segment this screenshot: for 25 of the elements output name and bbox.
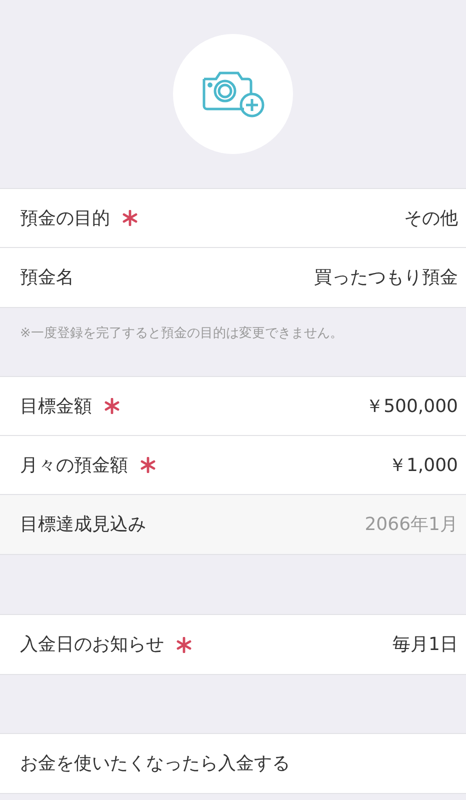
- row-label: 目標金額: [20, 394, 92, 418]
- required-asterisk-icon: [104, 398, 120, 414]
- form-row[interactable]: 入金日のお知らせ 毎月1日: [0, 615, 466, 674]
- row-value: ￥500,000: [366, 394, 458, 418]
- form-row[interactable]: 預金の目的 その他: [0, 189, 466, 248]
- add-photo-icon: [200, 69, 266, 119]
- form-row[interactable]: お金を使いたくなったら入金する: [0, 734, 466, 793]
- form-row[interactable]: 目標金額 ￥500,000: [0, 377, 466, 436]
- row-label: 月々の預金額: [20, 454, 128, 478]
- row-value: 買ったつもり預金: [314, 266, 458, 290]
- row-value: 毎月1日: [392, 633, 458, 657]
- row-value: 2066年1月: [364, 513, 458, 537]
- required-asterisk-icon: [140, 457, 156, 473]
- row-value: ￥1,000: [388, 454, 458, 478]
- row-label: 目標達成見込み: [20, 513, 146, 537]
- form-row[interactable]: 月々の預金額 ￥1,000: [0, 436, 466, 495]
- row-label: お金を使いたくなったら入金する: [20, 752, 290, 776]
- row-label: 入金日のお知らせ: [20, 633, 164, 657]
- required-asterisk-icon: [176, 636, 192, 652]
- row-label: 預金の目的: [20, 206, 110, 230]
- required-asterisk-icon: [122, 210, 138, 226]
- row-value: その他: [404, 206, 458, 230]
- form-row[interactable]: 預金名 買ったつもり預金: [0, 248, 466, 307]
- note-text: ※一度登録を完了すると預金の目的は変更できません。: [20, 326, 343, 341]
- row-label: 預金名: [20, 266, 74, 290]
